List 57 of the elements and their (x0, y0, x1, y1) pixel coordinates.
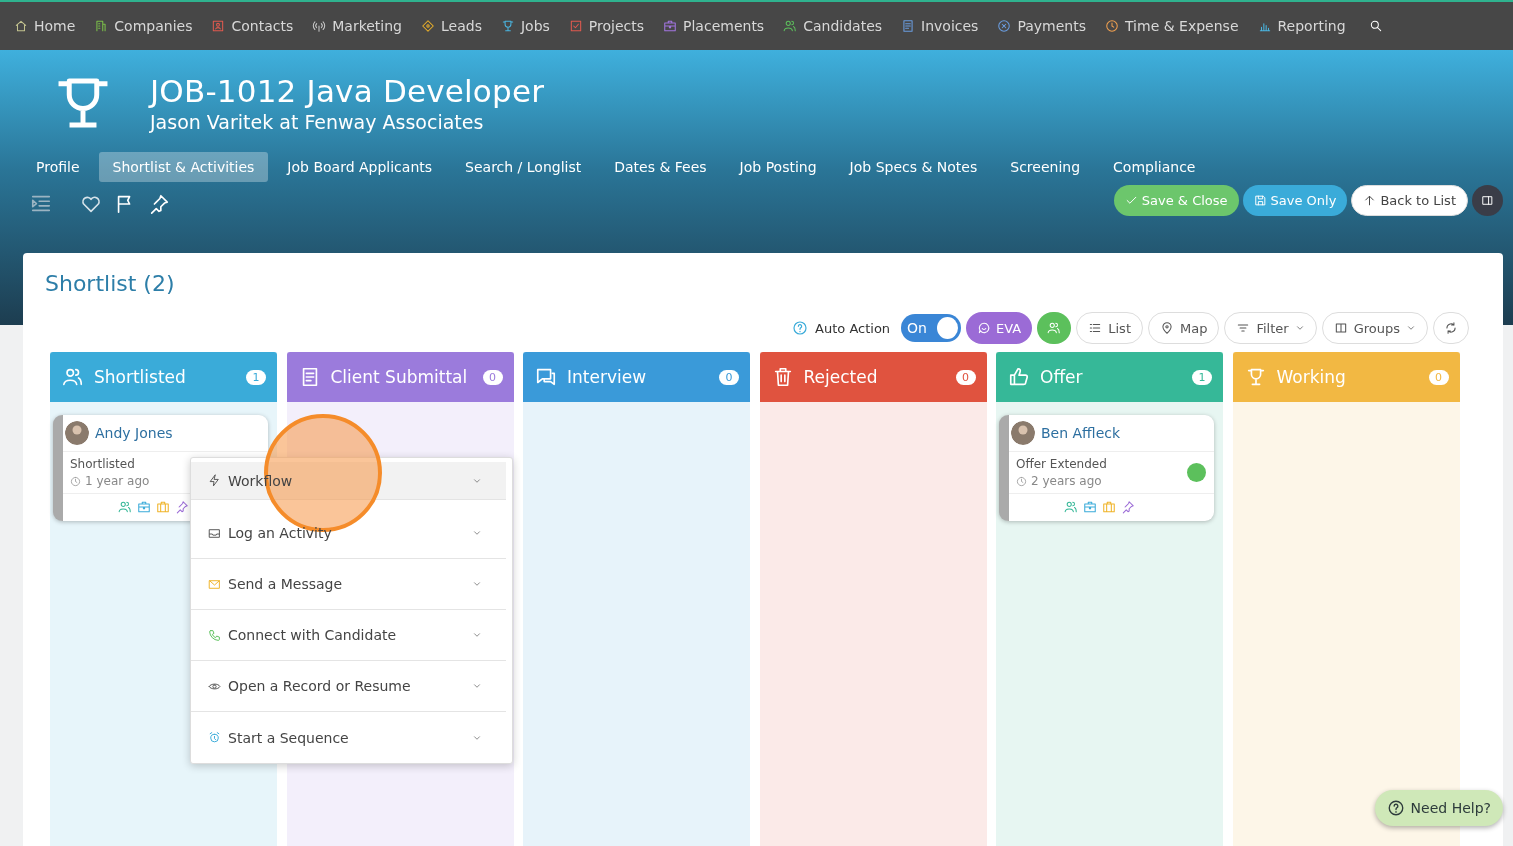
count-badge: 1 (1192, 369, 1212, 385)
nav-link[interactable]: Invoices (901, 18, 979, 34)
candidate-name[interactable]: Ben Affleck (1041, 425, 1121, 441)
auto-action-toggle[interactable]: On (901, 314, 962, 342)
count-badge: 0 (1428, 369, 1449, 385)
nav-link[interactable]: Marketing (312, 18, 402, 34)
need-help-button[interactable]: Need Help? (1374, 790, 1503, 826)
tab[interactable]: Dates & Fees (600, 152, 721, 182)
job-subtitle: Jason Varitek at Fenway Associates (150, 111, 485, 133)
groups-button[interactable]: Groups (1321, 312, 1428, 344)
column-title: Shortlisted (94, 367, 187, 387)
tab[interactable]: Screening (996, 152, 1095, 182)
time-ago: 2 years ago (1031, 474, 1102, 488)
nav-link[interactable]: Time & Expense (1105, 18, 1239, 34)
tab[interactable]: Search / Longlist (451, 152, 596, 182)
candidate-card[interactable]: Ben Affleck Offer Extended 2 years ago (999, 415, 1214, 521)
count-badge: 0 (955, 369, 976, 385)
count-badge: 0 (482, 369, 503, 385)
shortlist-title: Shortlist (2) (45, 271, 176, 296)
tab[interactable]: Job Board Applicants (273, 152, 447, 182)
menu-item[interactable]: Connect with Candidate (191, 610, 506, 661)
tab[interactable]: Job Specs & Notes (835, 152, 992, 182)
candidate-name[interactable]: Andy Jones (95, 425, 173, 441)
job-title: JOB-1012 Java Developer (150, 73, 545, 109)
nav-link[interactable]: Placements (663, 18, 765, 34)
column-title: Client Submittal (330, 367, 469, 387)
back-to-list-button[interactable]: Back to List (1351, 185, 1468, 216)
auto-action-label: Auto Action (815, 320, 891, 336)
nav-link[interactable]: Projects (568, 18, 645, 34)
menu-item[interactable]: Start a Sequence (191, 712, 506, 763)
column-title: Rejected (803, 367, 879, 387)
menu-item[interactable]: Log an Activity (191, 508, 506, 559)
tab[interactable]: Compliance (1099, 152, 1210, 182)
filter-button[interactable]: Filter (1224, 312, 1317, 344)
count-badge: 0 (719, 369, 739, 385)
list-button[interactable]: List (1076, 312, 1143, 344)
nav-link[interactable]: Reporting (1257, 18, 1346, 34)
map-button[interactable]: Map (1148, 312, 1220, 344)
candidate-status: Offer Extended (1016, 457, 1107, 471)
menu-item[interactable]: Open a Record or Resume (191, 661, 506, 712)
column-title: Working (1276, 367, 1347, 387)
column-title: Interview (567, 367, 648, 387)
nav-link[interactable]: Contacts (211, 18, 294, 34)
count-badge: 1 (246, 369, 266, 385)
nav-link[interactable]: Jobs (500, 18, 550, 34)
candidate-status: Shortlisted (70, 457, 136, 471)
nav-link[interactable]: Candidates (783, 18, 883, 34)
nav-link[interactable]: Companies (94, 18, 193, 34)
tab[interactable]: Profile (22, 152, 94, 182)
tab[interactable]: Job Posting (725, 152, 831, 182)
time-ago: 1 year ago (85, 474, 150, 488)
nav-link[interactable]: Leads (421, 18, 482, 34)
nav-link[interactable]: Home (14, 18, 76, 34)
nav-link[interactable]: Payments (997, 18, 1086, 34)
column-title: Offer (1040, 367, 1084, 387)
menu-item[interactable]: Send a Message (191, 559, 506, 610)
eva-button[interactable]: EVA (966, 312, 1033, 344)
